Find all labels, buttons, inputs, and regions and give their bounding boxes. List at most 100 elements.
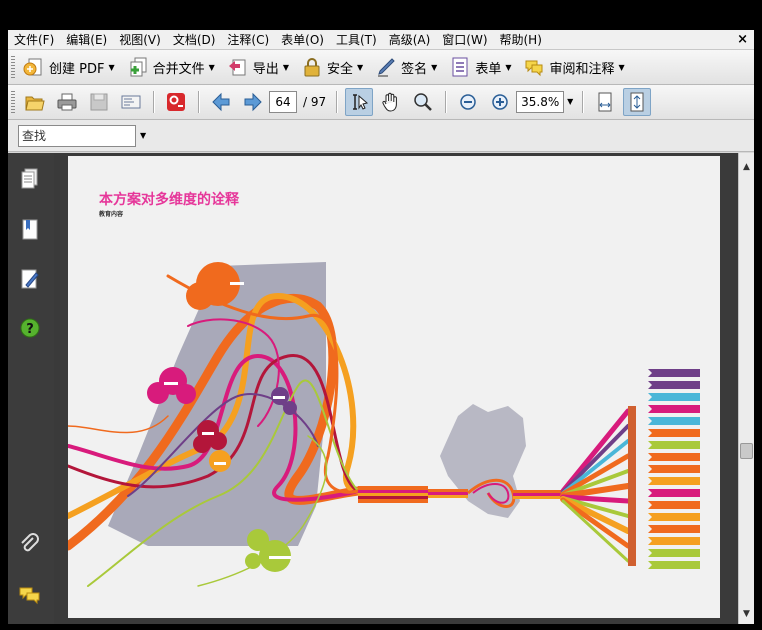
- hand-icon: [382, 92, 398, 112]
- collaborate-button[interactable]: [162, 88, 190, 116]
- combine-files-label: 合并文件: [152, 61, 205, 77]
- open-button[interactable]: [21, 88, 49, 116]
- secure-button[interactable]: 安全 ▼: [297, 53, 367, 81]
- toolbar-separator: [582, 91, 584, 113]
- chevron-down-icon: ▼: [505, 62, 512, 72]
- select-tool-button[interactable]: [345, 88, 374, 116]
- email-button[interactable]: [117, 88, 145, 116]
- zoom-level-input[interactable]: 35.8%: [516, 91, 565, 113]
- envelope-icon: [121, 95, 141, 109]
- scroll-down-chevron-icon[interactable]: ▼: [739, 606, 754, 622]
- menu-file[interactable]: 文件(F): [8, 30, 60, 50]
- task-toolbar: 创建 PDF ▼ 合并文件 ▼ 导出 ▼ 安全 ▼ 签名 ▼ 表单 ▼ 审阅和注…: [8, 50, 754, 85]
- chevron-down-icon: ▼: [431, 62, 438, 72]
- toolbar-grip[interactable]: [11, 56, 15, 78]
- find-input[interactable]: 查找: [18, 124, 136, 147]
- zoom-dropdown-chevron-icon[interactable]: ▼: [564, 91, 576, 113]
- toolbar-separator: [336, 91, 338, 113]
- navigation-pane: ?: [8, 153, 54, 624]
- fit-page-icon: [630, 92, 644, 112]
- concept-flow-diagram: [68, 262, 700, 587]
- review-comment-label: 审阅和注释: [549, 61, 615, 77]
- text-cursor-icon: [353, 94, 369, 110]
- secure-label: 安全: [326, 61, 353, 77]
- pdf-page: 本方案对多维度的诠释 教育内容: [68, 156, 720, 618]
- scroll-thumb[interactable]: [740, 443, 753, 459]
- svg-text:?: ?: [26, 322, 34, 337]
- hand-tool-button[interactable]: [377, 88, 405, 116]
- chevron-down-icon: ▼: [618, 62, 625, 72]
- attachments-panel-icon[interactable]: [18, 533, 42, 557]
- vertical-scrollbar[interactable]: ▲ ▼: [738, 153, 754, 624]
- toolbar-separator: [198, 91, 199, 113]
- export-button[interactable]: 导出 ▼: [223, 53, 293, 81]
- chevron-down-icon: ▼: [356, 62, 364, 72]
- combine-files-button[interactable]: 合并文件 ▼: [123, 53, 219, 81]
- print-button[interactable]: [53, 88, 81, 116]
- pages-panel-icon[interactable]: [18, 167, 42, 191]
- create-pdf-label: 创建 PDF: [49, 61, 105, 77]
- save-button[interactable]: [85, 88, 113, 116]
- document-view[interactable]: 本方案对多维度的诠释 教育内容: [54, 153, 738, 624]
- chevron-down-icon: ▼: [282, 62, 289, 72]
- menu-advanced[interactable]: 高级(A): [383, 30, 437, 50]
- menu-edit[interactable]: 编辑(E): [60, 30, 113, 50]
- sign-button[interactable]: 签名 ▼: [371, 53, 441, 81]
- magnifier-icon: [414, 93, 433, 111]
- find-toolbar: 查找 ▼: [8, 120, 754, 152]
- forms-button[interactable]: 表单 ▼: [445, 53, 515, 81]
- fan-out-flows: [560, 406, 636, 566]
- fit-width-button[interactable]: [591, 88, 619, 116]
- menu-tools[interactable]: 工具(T): [330, 30, 383, 50]
- page-total-label: / 97: [303, 95, 327, 109]
- scroll-up-chevron-icon[interactable]: ▲: [739, 159, 754, 175]
- toolbar-separator: [445, 91, 447, 113]
- export-icon: [228, 59, 246, 76]
- sign-label: 签名: [401, 61, 428, 77]
- chevron-down-icon: ▼: [108, 62, 115, 72]
- menu-forms[interactable]: 表单(O): [275, 30, 330, 50]
- comment-bubbles-icon: [525, 60, 543, 77]
- folder-open-icon: [25, 96, 45, 111]
- collaborate-icon: [167, 93, 185, 111]
- signatures-panel-icon[interactable]: [18, 267, 42, 291]
- form-icon: [452, 57, 468, 77]
- combine-files-icon: [130, 57, 147, 77]
- page-number-input[interactable]: 64: [269, 91, 297, 113]
- next-page-button[interactable]: [239, 88, 267, 116]
- comments-panel-icon[interactable]: [18, 583, 42, 607]
- export-label: 导出: [252, 61, 279, 77]
- menu-bar: 文件(F) 编辑(E) 视图(V) 文档(D) 注释(C) 表单(O) 工具(T…: [8, 30, 754, 50]
- bubble-gallery: [209, 450, 231, 472]
- menu-document[interactable]: 文档(D): [167, 30, 222, 50]
- lock-icon: [304, 58, 320, 77]
- toolbar-grip[interactable]: [11, 91, 15, 113]
- toolbar-separator: [153, 91, 154, 113]
- previous-page-button[interactable]: [207, 88, 235, 116]
- menu-help[interactable]: 帮助(H): [494, 30, 548, 50]
- navigation-toolbar: 64 / 97 35.8% ▼: [8, 85, 754, 120]
- zoom-tool-button[interactable]: [409, 88, 437, 116]
- find-options-chevron-icon[interactable]: ▼: [140, 131, 146, 140]
- review-comment-button[interactable]: 审阅和注释 ▼: [519, 53, 628, 81]
- acrobat-window: 文件(F) 编辑(E) 视图(V) 文档(D) 注释(C) 表单(O) 工具(T…: [8, 30, 754, 624]
- zoom-in-button[interactable]: [486, 88, 514, 116]
- zoom-in-icon: [492, 94, 508, 110]
- fit-page-button[interactable]: [623, 88, 652, 116]
- menu-comments[interactable]: 注释(C): [221, 30, 275, 50]
- printer-icon: [57, 93, 77, 111]
- menu-window[interactable]: 窗口(W): [436, 30, 493, 50]
- arrow-left-icon: [212, 92, 230, 112]
- menu-view[interactable]: 视图(V): [113, 30, 167, 50]
- close-document-button[interactable]: ×: [737, 30, 748, 50]
- create-pdf-button[interactable]: 创建 PDF ▼: [19, 53, 119, 81]
- zoom-out-icon: [460, 94, 476, 110]
- forms-label: 表单: [475, 61, 502, 77]
- fit-width-icon: [598, 92, 612, 112]
- pen-icon: [378, 58, 395, 77]
- zoom-out-button[interactable]: [454, 88, 482, 116]
- disk-icon: [90, 93, 108, 111]
- chevron-down-icon: ▼: [208, 62, 215, 72]
- bookmarks-panel-icon[interactable]: [18, 218, 42, 242]
- help-icon[interactable]: ?: [18, 316, 42, 340]
